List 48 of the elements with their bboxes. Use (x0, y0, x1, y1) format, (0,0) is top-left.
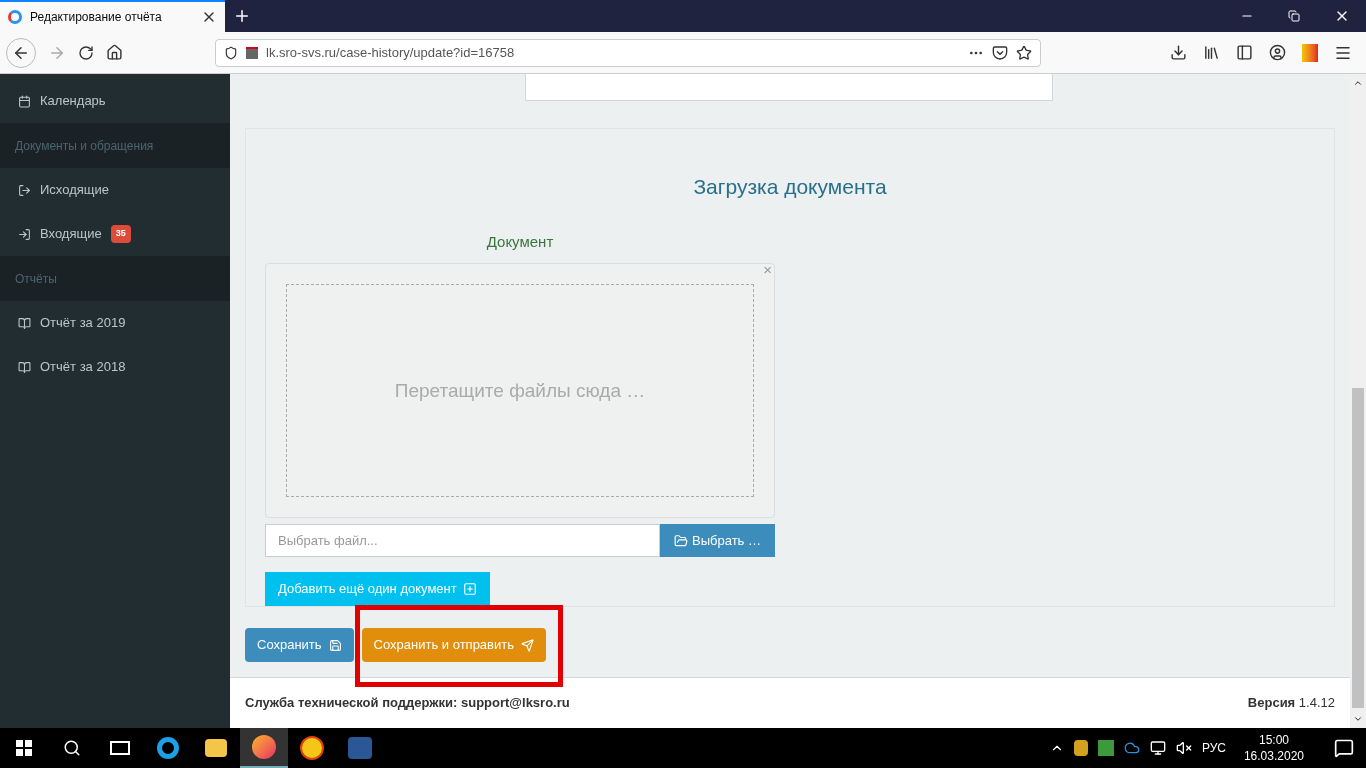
file-input[interactable]: Выбрать файл... (265, 524, 660, 557)
pocket-icon[interactable] (992, 44, 1008, 61)
round-app-icon[interactable] (300, 736, 324, 760)
scroll-up-icon[interactable] (1353, 78, 1363, 88)
browser-tab[interactable]: Редактирование отчёта (0, 0, 225, 32)
sign-in-icon (18, 227, 31, 241)
sidebar-item[interactable]: Входящие 35 (0, 212, 230, 256)
paper-plane-icon (521, 638, 534, 652)
network-icon[interactable] (1149, 740, 1166, 756)
scrollbar-thumb[interactable] (1352, 388, 1364, 708)
version-text: Версия 1.4.12 (1247, 694, 1335, 713)
book-icon (18, 360, 31, 374)
site-logo-icon (8, 10, 22, 24)
cloud-icon[interactable] (1123, 740, 1140, 756)
bookmark-star-icon[interactable] (1016, 44, 1032, 61)
sign-out-icon (18, 183, 31, 197)
address-bar[interactable]: lk.sro-svs.ru/case-history/update?id=16758 (215, 38, 1041, 67)
language-indicator[interactable]: РУС (1201, 739, 1226, 757)
account-icon[interactable] (1269, 44, 1286, 61)
new-tab-icon[interactable] (233, 7, 251, 25)
sidebar-item[interactable]: Календарь (0, 79, 230, 123)
sidebar-section-header: Отчёты (15, 270, 57, 288)
notifications-icon[interactable] (1334, 738, 1354, 758)
restore-icon[interactable] (1288, 10, 1300, 22)
sidebar-item[interactable]: Исходящие (0, 168, 230, 212)
library-icon[interactable] (1203, 44, 1220, 61)
sidebar-icon[interactable] (1236, 44, 1253, 61)
support-text: Служба технической поддержки: support@lksro.ru (245, 694, 570, 713)
calendar-icon (18, 94, 31, 108)
book-icon (18, 316, 31, 330)
download-icon[interactable] (1170, 44, 1187, 61)
shield-icon (224, 45, 238, 60)
scroll-down-icon[interactable] (1353, 714, 1363, 724)
clock[interactable]: 15:00 16.03.2020 (1235, 732, 1312, 764)
field-label: Документ (486, 231, 554, 252)
sidebar-item[interactable]: Отчёт за 2018 (0, 345, 230, 389)
reload-icon[interactable] (78, 44, 94, 61)
save-button[interactable]: Сохранить (245, 628, 354, 662)
home-icon[interactable] (106, 44, 123, 61)
search-icon[interactable] (63, 739, 81, 757)
count-badge: 35 (110, 225, 131, 243)
panel-title: Загрузка документа (693, 174, 887, 201)
task-view-icon[interactable] (110, 741, 130, 755)
plus-square-icon (462, 582, 477, 596)
browse-button[interactable]: Выбрать … (660, 524, 775, 557)
muted-speaker-icon[interactable] (1175, 740, 1192, 756)
sidebar-section-header: Документы и обращения (15, 137, 154, 155)
sidebar-item[interactable]: Отчёт за 2019 (0, 301, 230, 345)
